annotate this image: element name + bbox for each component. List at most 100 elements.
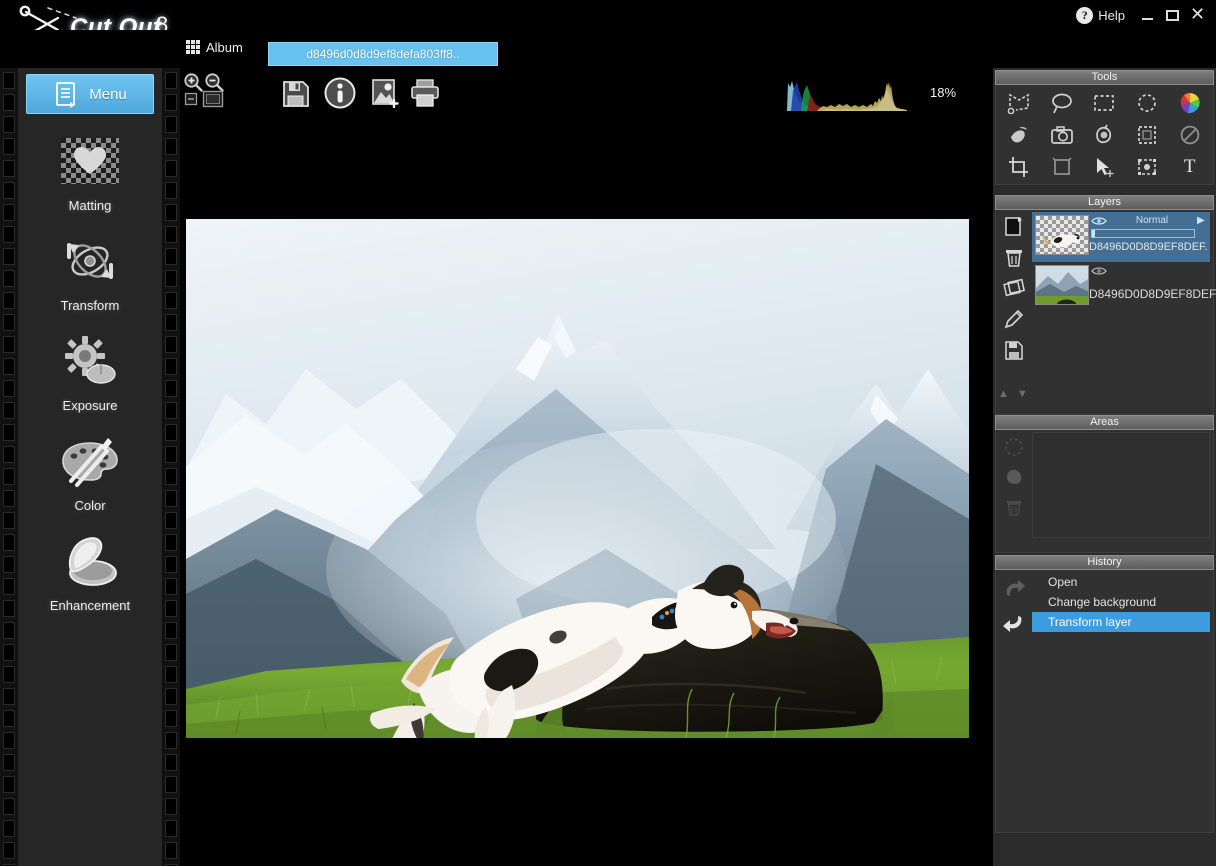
select-all-tool[interactable] (1132, 121, 1162, 149)
table-row[interactable]: Normal ▶ D8496D0D8D9EF8DEF. (1032, 212, 1210, 262)
album-button[interactable]: Album (182, 36, 247, 58)
layers-list: Normal ▶ D8496D0D8D9EF8DEF. D8496D0D8D9E… (1032, 212, 1216, 312)
maximize-button[interactable] (1160, 3, 1185, 27)
help-button[interactable]: ? Help (1072, 6, 1135, 24)
film-perforation (3, 446, 15, 463)
save-layer-button[interactable] (996, 334, 1032, 365)
redo-button[interactable] (996, 606, 1032, 638)
edit-layer-button[interactable] (996, 303, 1032, 334)
list-item[interactable]: Change background (1032, 592, 1210, 612)
expand-arrow-icon[interactable]: ▶ (1197, 215, 1205, 226)
blend-mode-select[interactable]: Normal (1111, 215, 1193, 226)
edit-layer-icon (1004, 309, 1024, 328)
clone-stamp-tool[interactable] (1047, 121, 1077, 149)
layer-thumb-dog (1041, 233, 1081, 248)
film-perforation (3, 534, 15, 551)
eye-icon[interactable] (1091, 266, 1107, 276)
lasso-icon (1052, 93, 1072, 114)
add-image-button[interactable] (370, 78, 400, 113)
info-button[interactable] (324, 77, 356, 114)
delete-layer-button[interactable] (996, 241, 1032, 272)
crop-icon (1009, 157, 1029, 177)
fit-screen-button[interactable] (202, 90, 224, 113)
sidebar-item-matting[interactable]: Matting (18, 130, 162, 213)
free-transform-icon (1052, 157, 1072, 175)
grid-icon (186, 40, 200, 54)
zoom-level-label: 18% (930, 85, 957, 100)
areas-list[interactable] (1032, 432, 1210, 538)
film-perforation (3, 402, 15, 419)
new-area-button[interactable] (996, 432, 1032, 462)
film-perforation (165, 512, 177, 529)
film-perforation (3, 94, 15, 111)
rectangular-marquee-tool[interactable] (1089, 89, 1119, 117)
sidebar-item-color[interactable]: Color (18, 430, 162, 513)
film-perforation (3, 248, 15, 265)
magic-wand-tool[interactable] (1004, 121, 1034, 149)
color-wheel-tool[interactable] (1175, 89, 1205, 117)
duplicate-layer-button[interactable] (996, 272, 1032, 303)
history-list: Open Change background Transform layer (1032, 572, 1210, 632)
film-perforation (3, 490, 15, 507)
history-panel-title: History (995, 555, 1214, 570)
text-tool[interactable]: T (1175, 153, 1205, 181)
save-button[interactable] (280, 78, 310, 113)
film-perforation (165, 842, 177, 859)
polygon-lasso-tool[interactable] (1004, 89, 1034, 117)
deselect-tool[interactable] (1175, 121, 1205, 149)
help-label: Help (1098, 7, 1125, 23)
composited-photo[interactable] (186, 219, 969, 738)
fill-area-button[interactable] (996, 462, 1032, 492)
film-perforation (165, 754, 177, 771)
close-button[interactable]: ✕ (1185, 3, 1210, 27)
document-tab[interactable]: d8496d0d8d9ef8defa803ff8.. (268, 42, 498, 66)
canvas-toolbar: 18% (180, 68, 993, 118)
film-perforation (3, 138, 15, 155)
delete-area-button[interactable] (996, 492, 1032, 522)
eye-icon[interactable] (1091, 216, 1107, 226)
film-perforation (3, 776, 15, 793)
window-controls: ? Help ✕ (1072, 0, 1210, 30)
menu-button[interactable]: Menu (26, 74, 154, 114)
layer-thumbnail[interactable] (1035, 215, 1089, 255)
album-label: Album (206, 39, 243, 55)
close-icon: ✕ (1189, 4, 1206, 25)
sidebar-item-enhancement[interactable]: Enhancement (18, 530, 162, 613)
film-perforation (3, 798, 15, 815)
sidebar-label-enhancement: Enhancement (49, 598, 131, 613)
film-perforation (165, 314, 177, 331)
clone-stamp-icon (1051, 126, 1073, 144)
elliptical-marquee-tool[interactable] (1132, 89, 1162, 117)
move-layer-up-icon[interactable]: ▲ (998, 388, 1009, 400)
free-transform-tool[interactable] (1047, 153, 1077, 181)
paint-bucket-tool[interactable] (1089, 121, 1119, 149)
print-button[interactable] (410, 78, 440, 113)
film-perforation (3, 204, 15, 221)
table-row[interactable]: D8496D0D8D9EF8DEF. (1032, 262, 1216, 312)
film-perforation (3, 622, 15, 639)
tools-grid: T (996, 85, 1213, 185)
opacity-slider[interactable] (1091, 229, 1195, 238)
lasso-tool[interactable] (1047, 89, 1077, 117)
sidebar-item-exposure[interactable]: Exposure (18, 330, 162, 413)
sidebar-item-transform[interactable]: Transform (18, 230, 162, 313)
undo-button[interactable] (996, 574, 1032, 606)
layer-thumbnail[interactable] (1035, 265, 1089, 305)
transform-selection-tool[interactable] (1132, 153, 1162, 181)
move-layer-down-icon[interactable]: ▼ (1017, 388, 1028, 400)
list-item[interactable]: Open (1032, 572, 1210, 592)
film-perforation (3, 820, 15, 837)
polygon-lasso-icon (1007, 93, 1030, 114)
minimize-button[interactable] (1135, 3, 1160, 27)
fit-width-button[interactable] (184, 92, 198, 111)
film-perforation (165, 72, 177, 89)
history-panel: History Open Change background Transform… (995, 555, 1214, 833)
move-tool[interactable] (1089, 153, 1119, 181)
list-item[interactable]: Transform layer (1032, 612, 1210, 632)
floppy-save-icon (283, 81, 309, 107)
film-perforation (165, 116, 177, 133)
film-perforation (165, 490, 177, 507)
crop-tool[interactable] (1004, 153, 1034, 181)
new-layer-button[interactable] (996, 210, 1032, 241)
layer-thumb-landscape (1036, 266, 1088, 304)
